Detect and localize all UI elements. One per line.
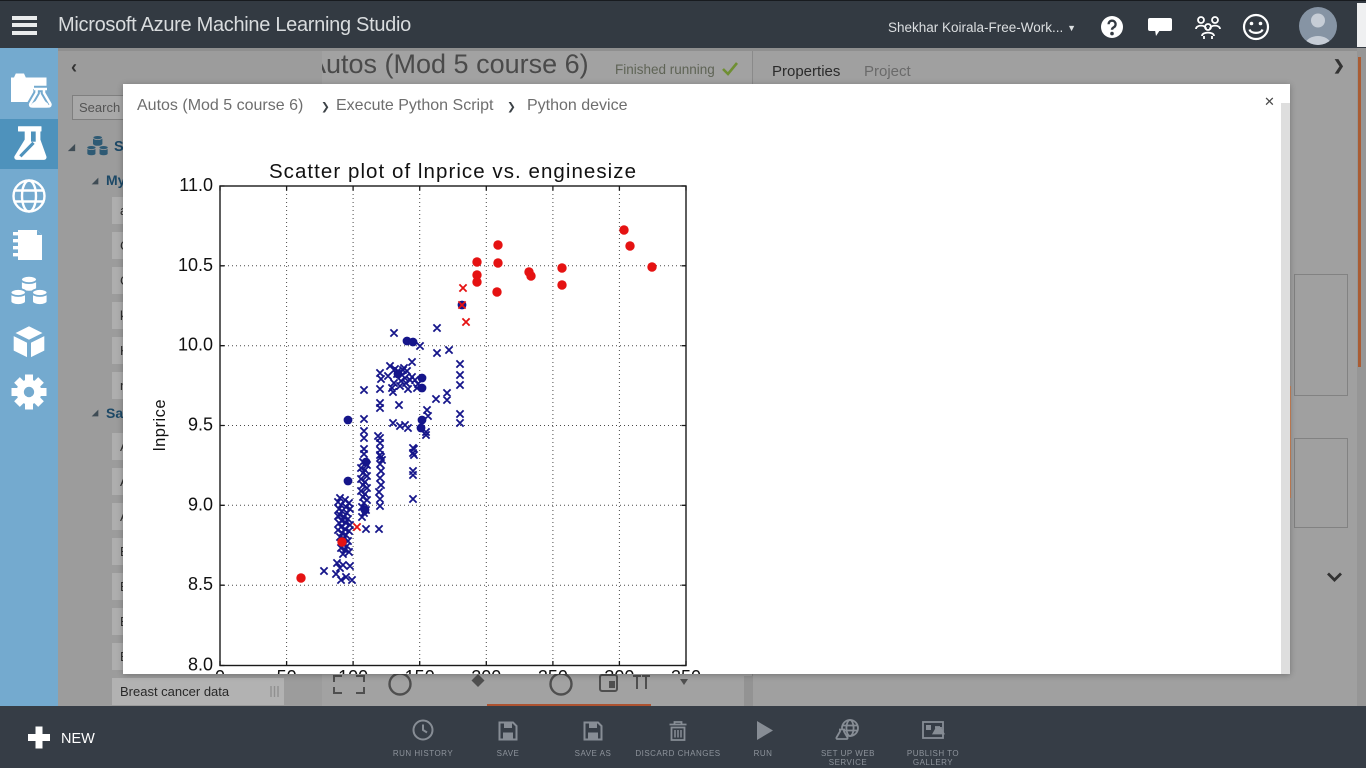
svg-text:50: 50 bbox=[277, 667, 297, 674]
svg-text:100: 100 bbox=[338, 667, 368, 674]
svg-text:300: 300 bbox=[604, 667, 634, 674]
svg-text:11.0: 11.0 bbox=[179, 175, 213, 195]
svg-text:lnprice: lnprice bbox=[151, 399, 169, 451]
svg-text:350: 350 bbox=[671, 667, 701, 674]
svg-text:8.5: 8.5 bbox=[188, 574, 213, 594]
svg-text:Scatter plot of lnprice vs. en: Scatter plot of lnprice vs. enginesize bbox=[269, 160, 637, 183]
svg-text:0: 0 bbox=[215, 667, 225, 674]
svg-text:8.0: 8.0 bbox=[188, 655, 213, 675]
svg-text:10.0: 10.0 bbox=[178, 335, 213, 355]
svg-text:9.0: 9.0 bbox=[188, 494, 213, 514]
svg-text:250: 250 bbox=[538, 667, 568, 674]
svg-text:9.5: 9.5 bbox=[188, 415, 213, 435]
svg-text:200: 200 bbox=[471, 667, 501, 674]
svg-text:150: 150 bbox=[405, 667, 435, 674]
svg-text:10.5: 10.5 bbox=[178, 255, 213, 275]
